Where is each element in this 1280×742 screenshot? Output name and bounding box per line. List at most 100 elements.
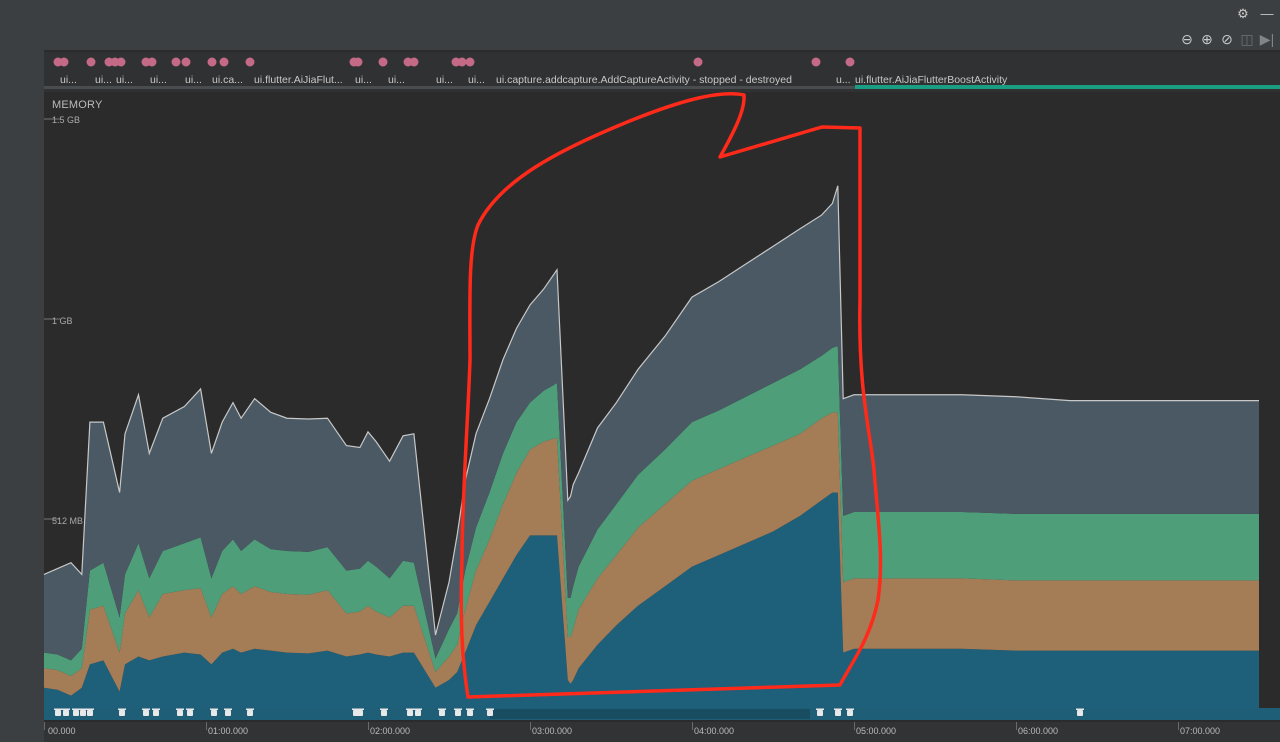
event-dot — [207, 57, 217, 67]
activity-label[interactable]: ui... — [468, 74, 485, 86]
trash-icon — [63, 710, 69, 716]
trash-icon-lid — [834, 708, 842, 710]
trash-icon-lid — [186, 708, 194, 710]
trash-icon — [407, 710, 413, 716]
event-dot — [59, 57, 69, 67]
gc-track-selection — [490, 709, 810, 719]
event-dot — [86, 57, 96, 67]
trash-icon-lid — [846, 708, 854, 710]
event-dot — [811, 57, 821, 67]
activity-label[interactable]: ui... — [185, 74, 202, 86]
x-tick-line — [368, 722, 369, 730]
x-tick-line — [206, 722, 207, 730]
trash-icon — [80, 710, 86, 716]
event-dot — [409, 57, 419, 67]
time-axis: 00.000 01:00.000 02:00.000 03:00.000 04:… — [44, 722, 1280, 742]
trash-icon-lid — [62, 708, 70, 710]
trash-icon — [817, 710, 823, 716]
trash-icon-lid — [486, 708, 494, 710]
memory-chart[interactable] — [0, 0, 1280, 742]
activity-label[interactable]: ui.flutter.AiJiaFlutterBoostActivity — [855, 74, 1007, 86]
trash-icon — [187, 710, 193, 716]
x-tick-line — [530, 722, 531, 730]
y-tick-label: 1.5 GB — [52, 115, 81, 125]
trash-icon-lid — [356, 708, 364, 710]
activity-label[interactable]: ui... — [436, 74, 453, 86]
trash-icon — [487, 710, 493, 716]
trash-icon — [455, 710, 461, 716]
trash-icon-lid — [142, 708, 150, 710]
event-dot — [378, 57, 388, 67]
x-tick-line — [1016, 722, 1017, 730]
event-dot — [181, 57, 191, 67]
event-dot — [465, 57, 475, 67]
event-dot — [219, 57, 229, 67]
trash-icon-lid — [176, 708, 184, 710]
trash-icon — [415, 710, 421, 716]
x-tick-label: 06:00.000 — [1018, 726, 1059, 736]
activity-label[interactable]: ui... — [388, 74, 405, 86]
trash-icon-lid — [816, 708, 824, 710]
trash-icon-lid — [118, 708, 126, 710]
trash-icon — [119, 710, 125, 716]
trash-icon-lid — [152, 708, 160, 710]
x-tick-label: 04:00.000 — [694, 726, 735, 736]
trash-icon — [835, 710, 841, 716]
x-tick-line — [692, 722, 693, 730]
activity-label[interactable]: ui.flutter.AiJiaFlut... — [254, 74, 343, 86]
trash-icon — [143, 710, 149, 716]
activity-label[interactable]: ui... — [60, 74, 77, 86]
trash-icon-lid — [380, 708, 388, 710]
trash-icon — [467, 710, 473, 716]
trash-icon-lid — [1076, 708, 1084, 710]
activity-label[interactable]: ui... — [150, 74, 167, 86]
event-dot — [171, 57, 181, 67]
activity-label[interactable]: ui... — [116, 74, 133, 86]
event-dot — [353, 57, 363, 67]
trash-icon-lid — [72, 708, 80, 710]
activity-label[interactable]: ui.ca... — [212, 74, 243, 86]
event-dot — [845, 57, 855, 67]
trash-icon-lid — [79, 708, 87, 710]
trash-icon — [73, 710, 79, 716]
trash-icon-lid — [406, 708, 414, 710]
trash-icon-lid — [414, 708, 422, 710]
trash-icon-lid — [246, 708, 254, 710]
trash-icon — [847, 710, 853, 716]
event-dot — [457, 57, 467, 67]
trash-icon — [247, 710, 253, 716]
event-dot — [147, 57, 157, 67]
trash-icon — [153, 710, 159, 716]
x-tick-line — [854, 722, 855, 730]
trash-icon-lid — [224, 708, 232, 710]
trash-icon — [1077, 710, 1083, 716]
x-tick-line — [44, 722, 45, 730]
activity-label[interactable]: ui.capture.addcapture.AddCaptureActivity… — [496, 74, 792, 86]
trash-icon — [87, 710, 93, 716]
x-tick-label: 07:00.000 — [1180, 726, 1221, 736]
trash-icon — [439, 710, 445, 716]
x-tick-label: 00.000 — [48, 726, 76, 736]
event-dot — [245, 57, 255, 67]
x-tick-line — [1178, 722, 1179, 730]
trash-icon-lid — [454, 708, 462, 710]
x-tick-label: 02:00.000 — [370, 726, 411, 736]
trash-icon-lid — [210, 708, 218, 710]
trash-icon — [177, 710, 183, 716]
trash-icon-lid — [466, 708, 474, 710]
trash-icon-lid — [438, 708, 446, 710]
activity-label[interactable]: ui... — [355, 74, 372, 86]
trash-icon — [211, 710, 217, 716]
trash-icon — [55, 710, 61, 716]
activity-label[interactable]: u... — [836, 74, 851, 86]
activity-label[interactable]: ui... — [95, 74, 112, 86]
trash-icon — [357, 710, 363, 716]
trash-icon — [381, 710, 387, 716]
trash-icon-lid — [86, 708, 94, 710]
trash-icon — [225, 710, 231, 716]
chart-title: MEMORY — [52, 99, 103, 111]
y-tick-label: 512 MB — [52, 516, 84, 526]
event-dot — [693, 57, 703, 67]
trash-icon-lid — [54, 708, 62, 710]
y-tick-label: 1 GB — [52, 316, 73, 326]
